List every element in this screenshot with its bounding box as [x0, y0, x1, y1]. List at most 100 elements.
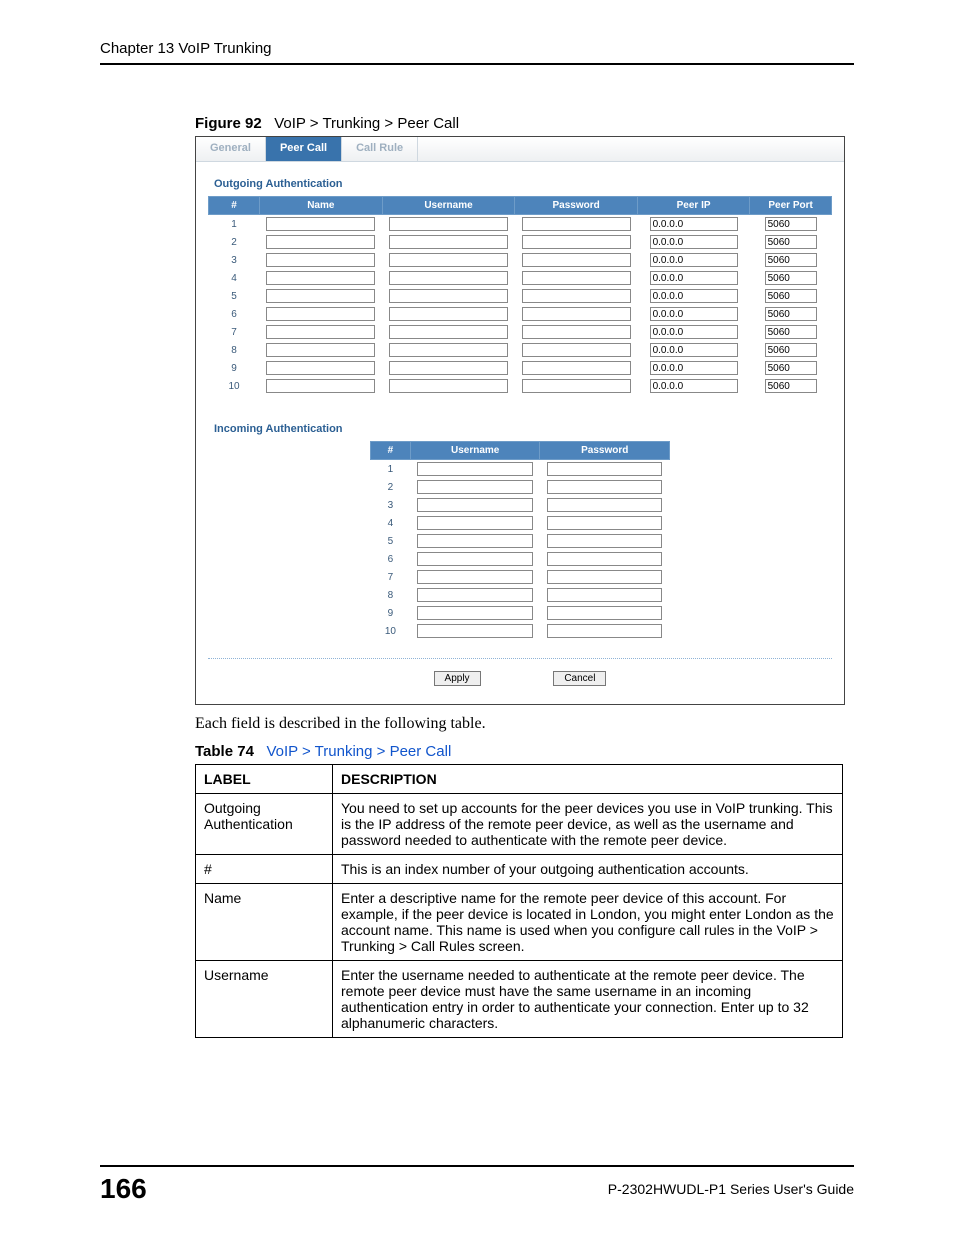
password-input[interactable]: [547, 462, 662, 476]
username-input[interactable]: [417, 570, 532, 584]
username-input[interactable]: [417, 498, 532, 512]
row-num: 1: [209, 215, 260, 234]
table-row: 2: [209, 233, 832, 251]
password-input[interactable]: [547, 534, 662, 548]
peer-ip-input[interactable]: [650, 217, 738, 231]
desc-cell: Enter a descriptive name for the remote …: [333, 884, 843, 961]
tab-peer-call[interactable]: Peer Call: [266, 137, 342, 161]
guide-name: P-2302HWUDL-P1 Series User's Guide: [608, 1181, 854, 1197]
row-num: 10: [371, 622, 411, 640]
password-input[interactable]: [522, 361, 631, 375]
peer-port-input[interactable]: [765, 307, 817, 321]
username-input[interactable]: [389, 271, 508, 285]
peer-ip-input[interactable]: [650, 379, 738, 393]
name-input[interactable]: [266, 235, 375, 249]
peer-port-input[interactable]: [765, 379, 817, 393]
peer-ip-input[interactable]: [650, 289, 738, 303]
tab-call-rule[interactable]: Call Rule: [342, 137, 418, 161]
username-input[interactable]: [389, 343, 508, 357]
name-input[interactable]: [266, 271, 375, 285]
password-input[interactable]: [547, 624, 662, 638]
apply-button[interactable]: Apply: [434, 671, 481, 686]
username-input[interactable]: [389, 253, 508, 267]
password-input[interactable]: [547, 498, 662, 512]
incoming-table: # Username Password 12345678910: [370, 441, 670, 640]
username-input[interactable]: [389, 307, 508, 321]
peer-ip-input[interactable]: [650, 361, 738, 375]
table-row: 8: [209, 341, 832, 359]
username-input[interactable]: [417, 462, 532, 476]
password-input[interactable]: [547, 552, 662, 566]
name-input[interactable]: [266, 343, 375, 357]
password-input[interactable]: [547, 588, 662, 602]
password-input[interactable]: [522, 343, 631, 357]
peer-port-input[interactable]: [765, 217, 817, 231]
col-peerip: Peer IP: [637, 197, 749, 215]
name-input[interactable]: [266, 253, 375, 267]
peer-port-input[interactable]: [765, 325, 817, 339]
username-input[interactable]: [389, 325, 508, 339]
table-row: 5: [209, 287, 832, 305]
username-input[interactable]: [417, 552, 532, 566]
password-input[interactable]: [522, 271, 631, 285]
name-input[interactable]: [266, 379, 375, 393]
password-input[interactable]: [547, 480, 662, 494]
peer-port-input[interactable]: [765, 289, 817, 303]
name-input[interactable]: [266, 361, 375, 375]
table-row: 8: [371, 586, 670, 604]
row-num: 2: [371, 478, 411, 496]
peer-port-input[interactable]: [765, 361, 817, 375]
name-input[interactable]: [266, 289, 375, 303]
table-row: 6: [371, 550, 670, 568]
username-input[interactable]: [417, 624, 532, 638]
peer-ip-input[interactable]: [650, 325, 738, 339]
col-pass: Password: [540, 442, 670, 460]
row-num: 4: [209, 269, 260, 287]
username-input[interactable]: [389, 379, 508, 393]
desc-cell: Enter the username needed to authenticat…: [333, 961, 843, 1038]
col-num: #: [209, 197, 260, 215]
password-input[interactable]: [522, 379, 631, 393]
label-cell: Username: [196, 961, 333, 1038]
password-input[interactable]: [522, 289, 631, 303]
password-input[interactable]: [522, 253, 631, 267]
username-input[interactable]: [417, 606, 532, 620]
peer-port-input[interactable]: [765, 253, 817, 267]
password-input[interactable]: [547, 516, 662, 530]
password-input[interactable]: [522, 307, 631, 321]
peer-port-input[interactable]: [765, 235, 817, 249]
username-input[interactable]: [417, 588, 532, 602]
peer-ip-input[interactable]: [650, 253, 738, 267]
password-input[interactable]: [522, 235, 631, 249]
table-row: 7: [371, 568, 670, 586]
head-desc: DESCRIPTION: [333, 765, 843, 794]
username-input[interactable]: [389, 235, 508, 249]
name-input[interactable]: [266, 217, 375, 231]
username-input[interactable]: [389, 289, 508, 303]
name-input[interactable]: [266, 325, 375, 339]
desc-cell: You need to set up accounts for the peer…: [333, 794, 843, 855]
peer-ip-input[interactable]: [650, 343, 738, 357]
page-number: 166: [100, 1173, 147, 1205]
username-input[interactable]: [389, 361, 508, 375]
table-row: 3: [209, 251, 832, 269]
name-input[interactable]: [266, 307, 375, 321]
password-input[interactable]: [522, 325, 631, 339]
password-input[interactable]: [547, 606, 662, 620]
peer-port-input[interactable]: [765, 271, 817, 285]
password-input[interactable]: [547, 570, 662, 584]
description-table: LABEL DESCRIPTION Outgoing Authenticatio…: [195, 764, 843, 1038]
password-input[interactable]: [522, 217, 631, 231]
cancel-button[interactable]: Cancel: [553, 671, 606, 686]
username-input[interactable]: [389, 217, 508, 231]
outgoing-title: Outgoing Authentication: [208, 172, 832, 196]
username-input[interactable]: [417, 534, 532, 548]
username-input[interactable]: [417, 480, 532, 494]
username-input[interactable]: [417, 516, 532, 530]
table-row: 9: [209, 359, 832, 377]
peer-port-input[interactable]: [765, 343, 817, 357]
tab-general[interactable]: General: [196, 137, 266, 161]
peer-ip-input[interactable]: [650, 235, 738, 249]
peer-ip-input[interactable]: [650, 271, 738, 285]
peer-ip-input[interactable]: [650, 307, 738, 321]
